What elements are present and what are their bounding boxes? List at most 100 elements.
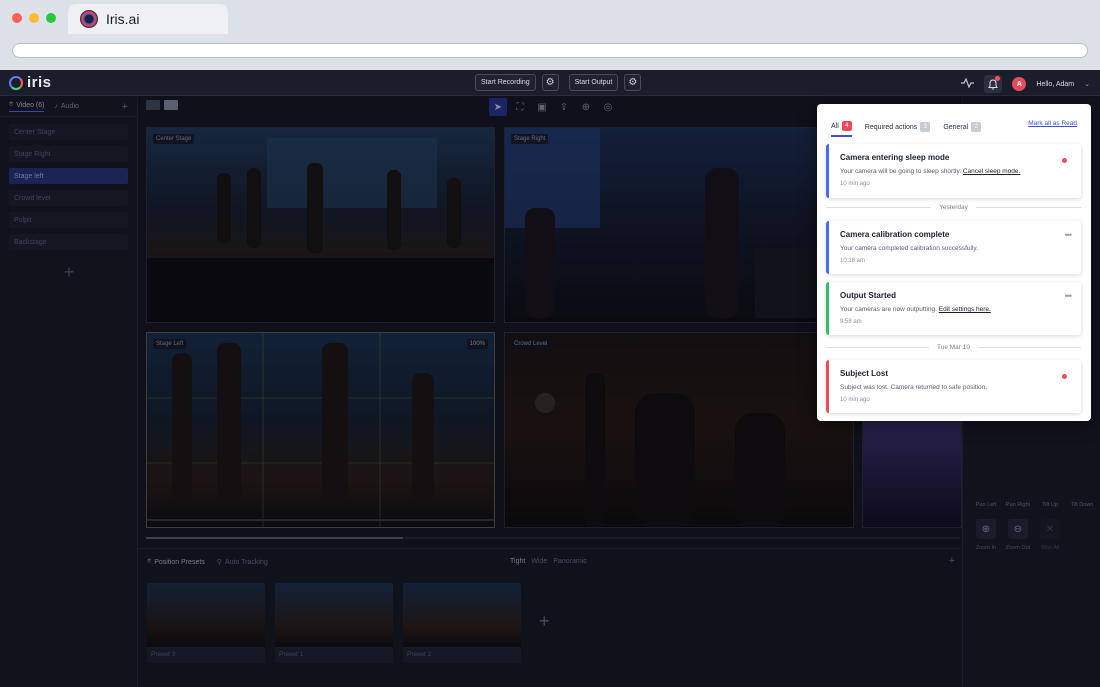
tab-label: Position Presets: [154, 558, 205, 566]
add-item-button[interactable]: +: [9, 262, 129, 283]
separator-line: [975, 207, 1082, 208]
pan-left-button[interactable]: Pan Left: [970, 502, 1002, 508]
more-options-icon[interactable]: •••: [1065, 291, 1073, 301]
sidebar-item-stage-left[interactable]: Stage left: [9, 168, 128, 184]
crowd-scene-image: [535, 373, 785, 527]
count-badge: 4: [841, 121, 852, 131]
timeline-scrubber[interactable]: [146, 537, 960, 539]
notification-card[interactable]: Output Started Your cameras are now outp…: [826, 282, 1081, 335]
start-recording-button[interactable]: Start Recording: [475, 74, 536, 91]
grid-view-icon[interactable]: [164, 100, 178, 110]
notification-title: Camera calibration complete: [840, 230, 950, 239]
notification-card[interactable]: Camera entering sleep mode Your camera w…: [826, 144, 1081, 198]
notifications-button[interactable]: [984, 75, 1003, 93]
tab-general[interactable]: General 2: [943, 122, 982, 132]
gear-icon: ⚙: [628, 77, 638, 88]
sidebar-item-backstage[interactable]: Backstage: [9, 234, 128, 250]
stage-scene-image: [505, 128, 845, 318]
notification-time: 10 min ago: [840, 181, 870, 187]
sidebar-item-pulpit[interactable]: Pulpit: [9, 212, 128, 228]
cursor-icon[interactable]: ➤: [489, 98, 507, 116]
zoom-icon[interactable]: ⊕: [577, 98, 595, 116]
tilt-down-button[interactable]: Tilt Down: [1066, 502, 1098, 508]
edit-settings-link[interactable]: Edit settings here.: [939, 306, 991, 313]
camera-feed-stage-left[interactable]: Stage Left 100%: [146, 332, 495, 528]
camera-label: Stage Left: [153, 339, 187, 349]
sidebar-item-crowd-level[interactable]: Crowd level: [9, 190, 128, 206]
activity-icon[interactable]: [961, 77, 975, 91]
tab-video[interactable]: ⌾ Video (6): [9, 101, 45, 112]
tab-required-actions[interactable]: Required actions 3: [865, 122, 931, 132]
address-bar[interactable]: [12, 43, 1088, 58]
tab-audio[interactable]: ♪ Audio: [54, 103, 78, 110]
date-separator: Yesterday: [826, 204, 1082, 211]
preset-card[interactable]: Preset 2: [403, 583, 521, 663]
sidebar-item-stage-right[interactable]: Stage Right: [9, 146, 128, 162]
focus-frame-icon[interactable]: ⛶: [511, 98, 529, 116]
output-settings-button[interactable]: ⚙: [624, 74, 642, 91]
zoom-in-button[interactable]: ⊕ Zoom In: [970, 519, 1002, 551]
mark-all-read-link[interactable]: Mark all as Read: [1028, 120, 1077, 127]
filter-wide[interactable]: Wide: [531, 558, 547, 565]
recording-settings-button[interactable]: ⚙: [541, 74, 559, 91]
start-output-button[interactable]: Start Output: [568, 74, 619, 91]
notification-card[interactable]: Subject Lost Subject was lost. Camera re…: [826, 360, 1081, 413]
notification-text: Your camera will be going to sleep short…: [840, 168, 962, 175]
pin-icon: ⌾: [147, 558, 152, 565]
tab-video-label: Video (6): [16, 101, 45, 109]
close-window-button[interactable]: [12, 13, 22, 23]
add-preset-icon[interactable]: +: [949, 555, 955, 567]
target-icon[interactable]: ◎: [599, 98, 617, 116]
tilt-up-button[interactable]: Tilt Up: [1034, 502, 1066, 508]
stop-all-button[interactable]: ✕ Stop All: [1034, 519, 1066, 551]
notification-card[interactable]: Camera calibration complete Your camera …: [826, 221, 1081, 274]
camera-feed-center-stage[interactable]: Center Stage: [146, 127, 495, 323]
minimize-window-button[interactable]: [29, 13, 39, 23]
camera-feed-stage-right[interactable]: Stage Right: [504, 127, 854, 323]
stop-all-label: Stop All: [1040, 545, 1060, 551]
zoom-out-icon: ⊖: [1008, 519, 1028, 539]
camera-feed-crowd-level[interactable]: Crowd Level: [504, 332, 854, 528]
preset-cards: Preset 3 Preset 1 Preset 2 +: [147, 583, 550, 663]
add-camera-button[interactable]: +: [122, 101, 128, 113]
pan-right-button[interactable]: Pan Right: [1002, 502, 1034, 508]
browser-tab[interactable]: Iris.ai: [68, 4, 228, 34]
preset-thumbnail: [275, 583, 393, 647]
user-greeting[interactable]: Hello, Adam: [1036, 81, 1074, 88]
filter-tight[interactable]: Tight: [510, 558, 525, 565]
tab-title: Iris.ai: [106, 11, 140, 27]
separator-line: [978, 347, 1081, 348]
tab-audio-label: Audio: [60, 103, 79, 110]
microphone-icon: ♪: [54, 103, 58, 110]
view-toggle: [146, 100, 178, 110]
camera-label: Crowd Level: [511, 339, 551, 349]
notification-tabs: All 4 Required actions 3 General 2: [831, 117, 982, 137]
tab-auto-tracking[interactable]: ⚲ Auto Tracking: [217, 558, 268, 567]
notification-title: Subject Lost: [840, 369, 889, 378]
brand-name: iris: [27, 74, 52, 91]
notification-body: Subject was lost. Camera returned to saf…: [840, 384, 988, 391]
zoom-out-button[interactable]: ⊖ Zoom Out: [1002, 519, 1034, 551]
crop-frame-icon[interactable]: ▣: [533, 98, 551, 116]
sidebar-item-center-stage[interactable]: Center Stage: [9, 124, 128, 140]
single-view-icon[interactable]: [146, 100, 160, 110]
more-options-icon[interactable]: •••: [1065, 230, 1073, 240]
unread-indicator: [1062, 374, 1067, 379]
tab-all[interactable]: All 4: [831, 121, 852, 137]
chevron-down-icon[interactable]: ⌄: [1084, 80, 1090, 88]
notification-dot: [995, 76, 1001, 81]
preset-tabs: ⌾ Position Presets ⚲ Auto Tracking: [147, 558, 268, 566]
preset-card[interactable]: Preset 3: [147, 583, 265, 663]
maximize-window-button[interactable]: [46, 13, 56, 23]
avatar[interactable]: A: [1012, 77, 1027, 91]
filter-panoramic[interactable]: Panoramic: [553, 558, 586, 565]
tab-position-presets[interactable]: ⌾ Position Presets: [147, 558, 205, 566]
upload-icon[interactable]: ⇪: [555, 98, 573, 116]
preset-name: Preset 3: [151, 651, 176, 658]
add-preset-button[interactable]: +: [539, 611, 550, 632]
preset-thumbnail: [403, 583, 521, 647]
notification-body: Your camera will be going to sleep short…: [840, 168, 1070, 175]
notification-time: 9:58 am: [840, 319, 862, 325]
cancel-sleep-link[interactable]: Cancel sleep mode.: [963, 168, 1020, 175]
preset-card[interactable]: Preset 1: [275, 583, 393, 663]
